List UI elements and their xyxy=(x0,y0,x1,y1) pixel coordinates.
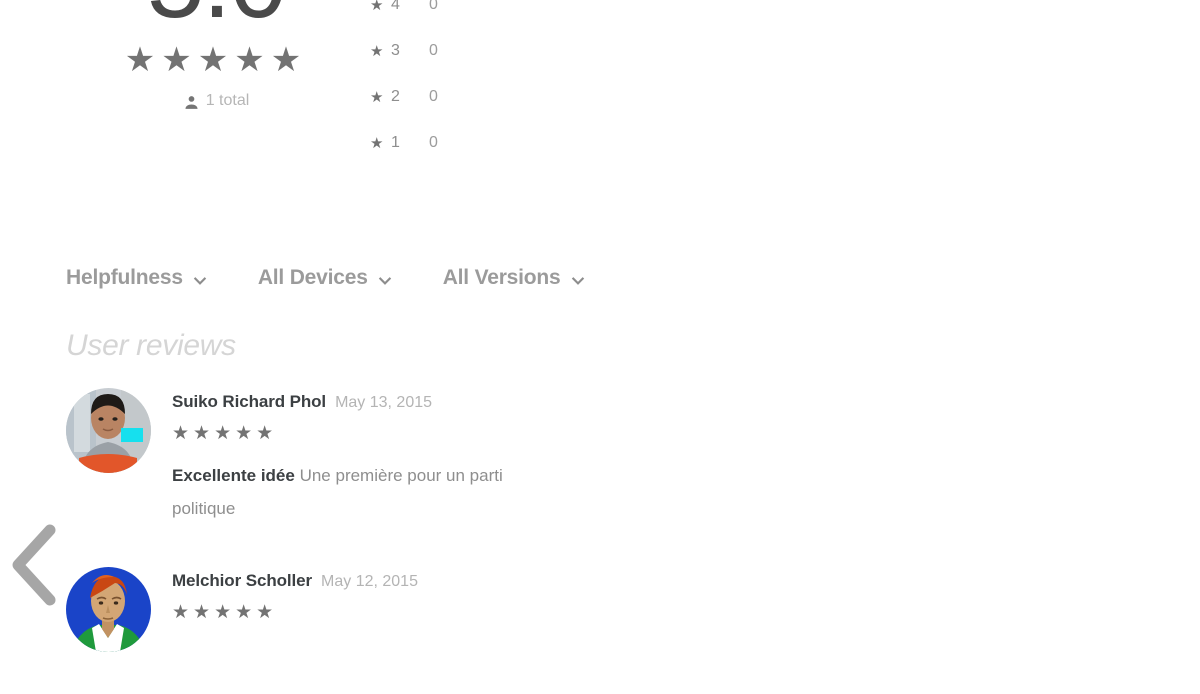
chevron-left-icon[interactable] xyxy=(4,520,62,610)
filter-label: Helpfulness xyxy=(66,266,183,289)
histogram-count: 0 xyxy=(429,88,438,105)
review-date: May 12, 2015 xyxy=(321,573,418,590)
reviews-list: Suiko Richard Phol May 13, 2015 ★★★★★ Ex… xyxy=(66,388,666,694)
histogram-count: 0 xyxy=(429,134,438,151)
histogram-count: 0 xyxy=(429,42,438,59)
avatar xyxy=(66,567,151,652)
filter-all-devices[interactable]: All Devices xyxy=(258,266,393,290)
review-item: Suiko Richard Phol May 13, 2015 ★★★★★ Ex… xyxy=(66,388,666,525)
filter-label: All Versions xyxy=(442,266,561,289)
review-meta: Melchior Scholler May 12, 2015 xyxy=(172,571,666,595)
review-title: Excellente idée xyxy=(172,466,295,485)
star-icon: ★ xyxy=(370,134,384,152)
histogram-row[interactable]: ★ 3 0 xyxy=(370,28,438,74)
histogram-level: 2 xyxy=(391,88,400,105)
histogram-row[interactable]: ★ 4 0 xyxy=(370,0,438,28)
histogram-level: 3 xyxy=(391,42,400,59)
total-ratings-row: 1 total xyxy=(66,88,366,114)
person-icon xyxy=(183,94,200,111)
review-filters: Helpfulness All Devices All Versions xyxy=(66,266,636,290)
ratings-summary: 5.0 ★★★★★ 1 total ★ 4 0 ★ 3 0 ★ 2 0 xyxy=(0,0,700,190)
reviewer-name: Melchior Scholler xyxy=(172,571,313,590)
filter-label: All Devices xyxy=(257,266,368,289)
histogram-level: 4 xyxy=(391,0,400,13)
histogram-row[interactable]: ★ 1 0 xyxy=(370,120,438,166)
avatar xyxy=(66,388,151,473)
review-text-block: Excellente idée Une première pour un par… xyxy=(172,459,542,525)
reviewer-name: Suiko Richard Phol xyxy=(172,392,327,411)
score-column: 5.0 ★★★★★ 1 total xyxy=(66,0,366,114)
chevron-down-icon xyxy=(192,273,208,289)
chevron-down-icon xyxy=(377,273,393,289)
star-icon: ★ xyxy=(370,42,384,60)
review-rating-stars: ★★★★★ xyxy=(172,423,278,444)
histogram-row[interactable]: ★ 2 0 xyxy=(370,74,438,120)
star-icon: ★ xyxy=(370,0,384,14)
rating-histogram: ★ 4 0 ★ 3 0 ★ 2 0 ★ 1 0 xyxy=(370,0,438,166)
histogram-count: 0 xyxy=(429,0,438,13)
chevron-down-icon xyxy=(570,273,586,289)
star-icon: ★ xyxy=(370,88,384,106)
filter-all-versions[interactable]: All Versions xyxy=(443,266,586,290)
review-item: Melchior Scholler May 12, 2015 ★★★★★ xyxy=(66,567,666,652)
total-ratings-label: 1 total xyxy=(205,92,250,109)
review-body: Melchior Scholler May 12, 2015 ★★★★★ xyxy=(172,567,666,626)
filter-helpfulness[interactable]: Helpfulness xyxy=(66,266,208,290)
average-score: 5.0 xyxy=(66,0,366,34)
review-rating-stars: ★★★★★ xyxy=(172,602,278,623)
review-body: Suiko Richard Phol May 13, 2015 ★★★★★ Ex… xyxy=(172,388,666,525)
review-meta: Suiko Richard Phol May 13, 2015 xyxy=(172,392,666,416)
review-date: May 13, 2015 xyxy=(335,394,433,411)
histogram-level: 1 xyxy=(391,134,400,151)
page-title: User reviews xyxy=(66,329,236,362)
average-score-stars: ★★★★★ xyxy=(124,41,308,79)
